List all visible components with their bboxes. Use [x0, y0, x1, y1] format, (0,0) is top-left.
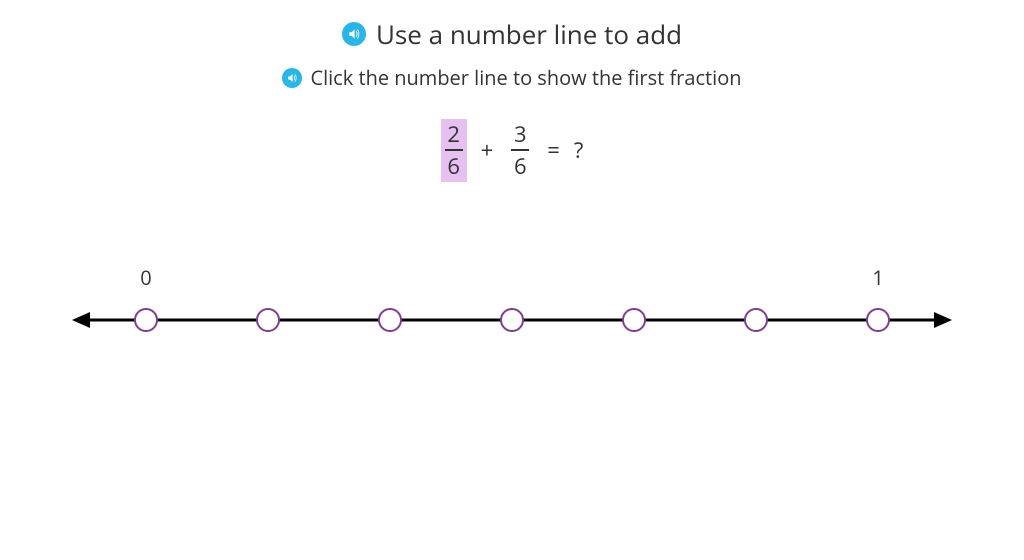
fraction-2-denominator: 6: [514, 153, 527, 179]
plus-operator: +: [481, 135, 494, 165]
number-line-labels: 0 1: [72, 264, 952, 286]
title-row: Use a number line to add: [0, 0, 1024, 52]
tick-point-6[interactable]: [867, 309, 889, 331]
tick-point-4[interactable]: [623, 309, 645, 331]
tick-label-end: 1: [872, 264, 883, 291]
fraction-1-numerator: 2: [447, 121, 460, 147]
fraction-1: 2 6: [441, 119, 467, 182]
equation: 2 6 + 3 6 = ?: [0, 119, 1024, 182]
subtitle-row: Click the number line to show the first …: [0, 64, 1024, 91]
tick-point-0[interactable]: [135, 309, 157, 331]
tick-point-2[interactable]: [379, 309, 401, 331]
instruction-text: Click the number line to show the first …: [310, 64, 741, 91]
fraction-2-numerator: 3: [514, 121, 527, 147]
tick-point-1[interactable]: [257, 309, 279, 331]
tick-point-5[interactable]: [745, 309, 767, 331]
fraction-1-denominator: 6: [447, 153, 460, 179]
arrow-left-icon: [72, 312, 90, 328]
page-title: Use a number line to add: [376, 16, 682, 52]
tick-point-3[interactable]: [501, 309, 523, 331]
exercise-page: Use a number line to add Click the numbe…: [0, 0, 1024, 560]
arrow-right-icon: [934, 312, 952, 328]
number-line: 0 1: [72, 290, 952, 370]
number-line-svg[interactable]: [72, 290, 952, 350]
audio-icon[interactable]: [342, 22, 366, 46]
equals-sign: =: [547, 135, 560, 165]
tick-label-start: 0: [140, 264, 151, 291]
result-placeholder: ?: [574, 135, 584, 165]
audio-icon[interactable]: [282, 68, 302, 88]
fraction-2: 3 6: [507, 119, 533, 182]
